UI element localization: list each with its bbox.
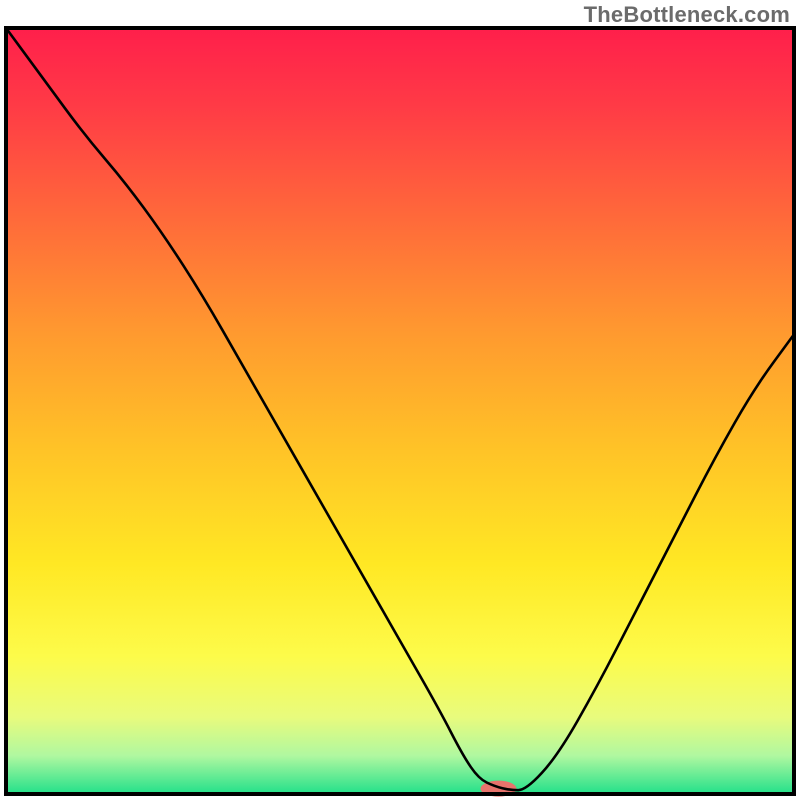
bottleneck-chart — [0, 0, 800, 800]
gradient-background — [6, 28, 794, 794]
watermark-text: TheBottleneck.com — [584, 2, 790, 28]
chart-stage: TheBottleneck.com — [0, 0, 800, 800]
